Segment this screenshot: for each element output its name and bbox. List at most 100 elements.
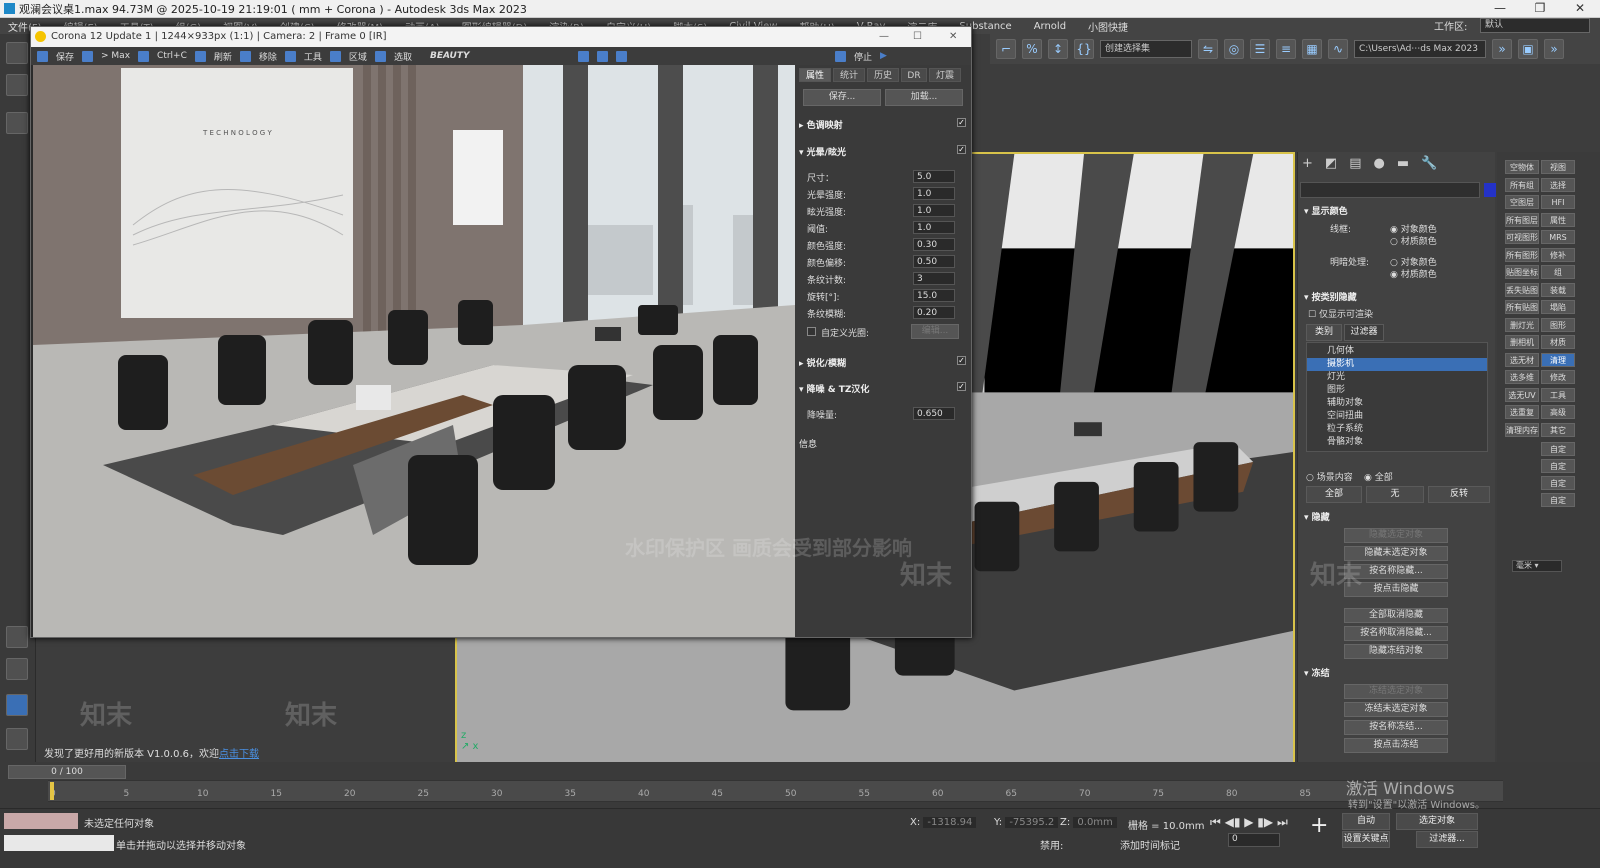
key-filters-button[interactable]: 过滤器... <box>1416 831 1478 848</box>
custom-aperture-checkbox[interactable] <box>807 327 816 336</box>
pick-button[interactable]: 选取 <box>394 50 412 63</box>
utilities-tab-icon[interactable]: 🔧 <box>1421 156 1437 171</box>
corona-minimize-button[interactable]: — <box>879 27 889 47</box>
corona-maximize-button[interactable]: ☐ <box>913 27 922 47</box>
stop-button[interactable]: 停止 <box>854 50 872 63</box>
scene-tool-button[interactable]: 选无材 <box>1505 352 1539 367</box>
category-item[interactable]: 灯光 <box>1307 371 1487 384</box>
freeze-button[interactable]: 冻结选定对象 <box>1344 684 1448 699</box>
edit-aperture-button[interactable]: 编辑... <box>911 324 959 339</box>
hierarchy-tab-icon[interactable]: ▤ <box>1349 156 1361 171</box>
bloom-glare-checkbox[interactable]: ✓ <box>957 145 966 154</box>
scene-tool-button[interactable]: 塌陷 <box>1541 300 1575 314</box>
units-dropdown[interactable]: 毫米 ▾ <box>1512 560 1562 572</box>
selected-dropdown[interactable]: 选定对象 <box>1396 813 1478 830</box>
display-color-section[interactable]: ▾ 显示颜色 <box>1304 204 1348 217</box>
spinner-snap-icon[interactable]: ↕ <box>1048 39 1068 59</box>
scene-explorer-icon[interactable]: ☰ <box>1250 39 1270 59</box>
tab-filter[interactable]: 过滤器 <box>1344 324 1384 341</box>
menu-item[interactable]: Arnold <box>1034 21 1066 32</box>
auto-key-button[interactable]: 自动 <box>1342 813 1390 830</box>
bloom-param-field[interactable]: 3 <box>913 272 955 285</box>
scene-tool-button[interactable]: 选重复 <box>1505 405 1539 419</box>
refresh-button[interactable]: 刷新 <box>214 50 232 63</box>
category-item[interactable]: 空间扭曲 <box>1307 410 1487 423</box>
denoise-checkbox[interactable]: ✓ <box>957 382 966 391</box>
scene-tool-button[interactable]: 修改 <box>1541 370 1575 384</box>
time-cursor[interactable] <box>50 782 54 800</box>
bloom-param-field[interactable]: 15.0 <box>913 289 955 302</box>
expand-icon[interactable]: » <box>1544 39 1564 59</box>
bloom-param-field[interactable]: 0.50 <box>913 255 955 268</box>
corona-close-button[interactable]: ✕ <box>949 27 957 47</box>
scene-tool-button[interactable]: HFI <box>1541 195 1575 209</box>
remove-button[interactable]: 移除 <box>259 50 277 63</box>
load-save-load-button[interactable]: 加载... <box>885 89 963 106</box>
freeze-section[interactable]: ▾ 冻结 <box>1304 666 1330 679</box>
scene-tool-button[interactable]: 清理 <box>1541 352 1575 367</box>
scene-tool-button[interactable]: 组 <box>1541 265 1575 279</box>
menu-item[interactable]: 小图快捷 <box>1088 19 1128 34</box>
scene-tool-button[interactable]: 所有图形 <box>1505 247 1539 262</box>
scene-tool-button[interactable]: 所有图层 <box>1505 212 1539 227</box>
scene-tool-button[interactable]: 所有组 <box>1505 177 1539 192</box>
scene-tool-button[interactable]: 清理内存 <box>1505 422 1539 437</box>
bloom-param-field[interactable]: 1.0 <box>913 221 955 234</box>
tone-mapping-checkbox[interactable]: ✓ <box>957 118 966 127</box>
layout-icon[interactable] <box>6 728 28 750</box>
workspace-dropdown[interactable]: 默认 <box>1480 18 1590 33</box>
tab-properties[interactable]: 属性 <box>799 68 831 82</box>
scene-tool-button[interactable]: 删相机 <box>1505 335 1539 349</box>
freeze-button[interactable]: 按名称冻结... <box>1344 720 1448 735</box>
custom-button[interactable]: 自定 <box>1541 493 1575 507</box>
scene-tool-button[interactable]: 空物体 <box>1505 160 1539 174</box>
object-name-field[interactable] <box>1300 182 1480 198</box>
scene-tool-button[interactable]: 其它 <box>1541 422 1575 437</box>
time-slider[interactable]: 0 / 100 <box>8 765 126 779</box>
bloom-param-field[interactable]: 1.0 <box>913 187 955 200</box>
tab-category[interactable]: 类别 <box>1306 324 1342 341</box>
scene-tool-button[interactable]: 贴图坐标 <box>1505 265 1539 279</box>
zoom-out-icon[interactable] <box>596 50 608 62</box>
ribbon-icon[interactable]: ▦ <box>1302 39 1322 59</box>
bloom-param-field[interactable]: 1.0 <box>913 204 955 217</box>
scene-content-radio[interactable]: ○ 场景内容 <box>1306 470 1353 483</box>
display-tab-icon[interactable]: ▬ <box>1397 156 1409 171</box>
tools-button[interactable]: 工具 <box>304 50 322 63</box>
create-tab-icon[interactable]: + <box>1302 156 1313 171</box>
tab-stats[interactable]: 统计 <box>833 68 865 82</box>
object-color-swatch[interactable] <box>1484 183 1496 197</box>
layout-icon[interactable] <box>6 694 28 716</box>
snap-toggle-icon[interactable]: ⌐ <box>996 39 1016 59</box>
select-icon[interactable] <box>6 74 28 96</box>
hide-button[interactable]: 按名称隐藏... <box>1344 564 1448 579</box>
selection-set-dropdown[interactable]: 创建选择集 <box>1100 40 1192 58</box>
bloom-param-field[interactable]: 0.20 <box>913 306 955 319</box>
curve-editor-icon[interactable]: ∿ <box>1328 39 1348 59</box>
tab-dr[interactable]: DR <box>901 68 927 82</box>
scene-tool-button[interactable]: 选无UV <box>1505 387 1539 402</box>
select-all-button[interactable]: 全部 <box>1306 486 1362 503</box>
category-item[interactable]: 几何体 <box>1307 345 1487 358</box>
load-save-save-button[interactable]: 保存... <box>803 89 881 106</box>
align-icon[interactable]: ◎ <box>1224 39 1244 59</box>
only-renderable-checkbox[interactable]: ☐ 仅显示可渲染 <box>1308 307 1373 320</box>
scene-tool-button[interactable]: 视图 <box>1541 160 1575 174</box>
hide-button[interactable]: 按点击隐藏 <box>1344 582 1448 597</box>
sharpen-blur-checkbox[interactable]: ✓ <box>957 356 966 365</box>
save-button[interactable]: 保存 <box>56 50 74 63</box>
scene-tool-button[interactable]: 修补 <box>1541 247 1575 262</box>
wire-material-color-radio[interactable]: ○ 材质颜色 <box>1390 234 1437 247</box>
hide-by-category-section[interactable]: ▾ 按类别隐藏 <box>1304 290 1357 303</box>
tab-history[interactable]: 历史 <box>867 68 899 82</box>
render-element-dropdown[interactable]: BEAUTY <box>430 51 570 61</box>
scene-tool-button[interactable]: 装载 <box>1541 282 1575 297</box>
freeze-button[interactable]: 按点击冻结 <box>1344 738 1448 753</box>
scene-tool-button[interactable]: 工具 <box>1541 387 1575 402</box>
save-icon[interactable]: ▣ <box>1518 39 1538 59</box>
custom-button[interactable]: 自定 <box>1541 476 1575 490</box>
hide-button[interactable]: 隐藏选定对象 <box>1344 528 1448 543</box>
scene-tool-button[interactable]: 可视图形 <box>1505 230 1539 244</box>
freeze-button[interactable]: 冻结未选定对象 <box>1344 702 1448 717</box>
render-play-icon[interactable]: ▶ <box>880 51 887 61</box>
